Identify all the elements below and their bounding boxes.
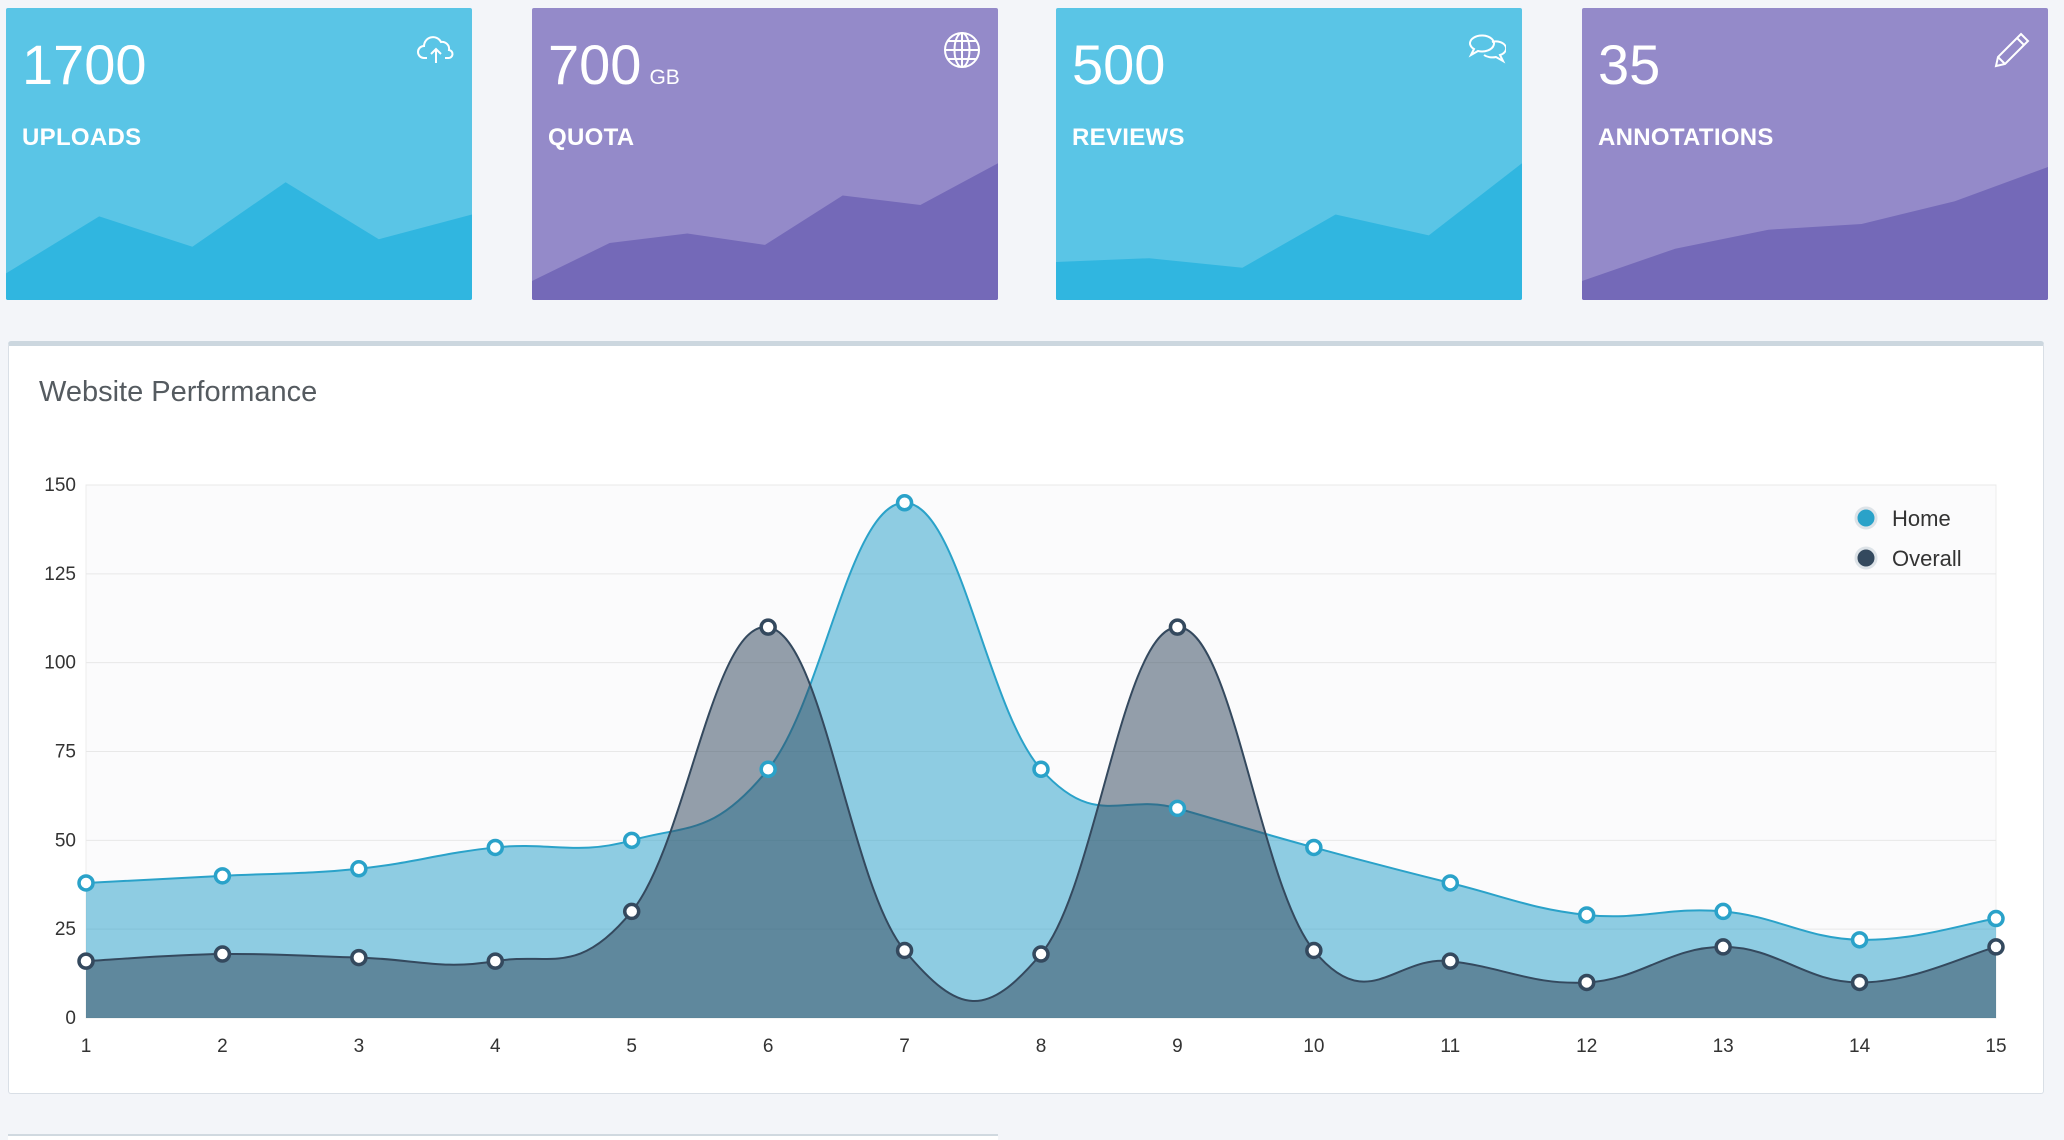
- y-tick-label: 100: [44, 653, 76, 674]
- data-point: [77, 874, 95, 892]
- data-point: [213, 867, 232, 885]
- sparkline: [1582, 167, 2048, 300]
- sparkline-area: [1582, 167, 2048, 300]
- data-point: [350, 860, 368, 878]
- data-point: [1714, 938, 1732, 956]
- data-point: [1577, 973, 1596, 992]
- legend-marker: [1854, 506, 1878, 530]
- data-point: [350, 948, 368, 967]
- x-tick-label: 4: [490, 1036, 501, 1057]
- data-point: [1305, 941, 1323, 960]
- x-tick-label: 14: [1849, 1036, 1871, 1057]
- sparkline: [6, 182, 472, 300]
- legend-label: Overall: [1892, 546, 1962, 571]
- x-tick-label: 5: [626, 1036, 637, 1057]
- data-point: [486, 838, 505, 857]
- y-tick-label: 125: [44, 564, 76, 585]
- cloud-upload-icon: [417, 36, 454, 63]
- data-point: [1441, 952, 1460, 970]
- data-point: [622, 902, 641, 921]
- stat-value: 1700: [22, 33, 147, 96]
- stat-value: 700 GB: [548, 33, 680, 96]
- x-tick-label: 10: [1303, 1036, 1324, 1057]
- x-tick-label: 6: [763, 1036, 774, 1057]
- data-point: [759, 760, 777, 779]
- data-point: [77, 952, 95, 970]
- data-point: [1305, 838, 1323, 857]
- stat-label: UPLOADS: [22, 124, 142, 151]
- x-tick-label: 9: [1172, 1036, 1183, 1057]
- y-tick-label: 25: [55, 919, 76, 940]
- sparkline: [532, 163, 998, 300]
- x-tick-label: 2: [217, 1036, 228, 1057]
- data-point: [1987, 938, 2005, 956]
- stat-card-quota[interactable]: 700 GB QUOTA: [532, 8, 998, 300]
- performance-chart: 02550751001251501 2 3 4 5 6 7 8 9 10 11 12 13 14 15Hom…: [44, 475, 2006, 1057]
- legend-marker: [1854, 546, 1878, 570]
- comments-icon: [1468, 34, 1506, 64]
- stat-card-reviews[interactable]: 500 REVIEWS: [1056, 8, 1522, 300]
- data-point: [1168, 799, 1187, 818]
- pencil-icon: [1994, 32, 2030, 68]
- x-tick-label: 1: [81, 1036, 92, 1057]
- data-point: [1032, 945, 1050, 963]
- data-point: [1032, 760, 1050, 779]
- data-point: [1441, 874, 1460, 892]
- y-tick-label: 150: [44, 475, 76, 496]
- sparkline-area: [1056, 163, 1522, 300]
- data-point: [759, 618, 777, 636]
- next-panel-edge: [8, 1134, 998, 1140]
- sparkline-area: [6, 182, 472, 300]
- stat-value: 500: [1072, 33, 1166, 96]
- data-point: [1714, 902, 1732, 921]
- x-tick-label: 8: [1036, 1036, 1047, 1057]
- x-tick-label: 11: [1440, 1036, 1460, 1057]
- data-point: [1577, 906, 1596, 924]
- data-point: [1987, 909, 2005, 928]
- data-point: [1850, 931, 1869, 949]
- data-point: [1168, 618, 1187, 636]
- stat-card-annotations[interactable]: 35 ANNOTATIONS: [1582, 8, 2048, 300]
- data-point: [895, 494, 914, 512]
- x-tick-label: 12: [1576, 1036, 1597, 1057]
- data-point: [486, 952, 505, 970]
- website-performance-panel: Website Performance 0 25 50 75 100 125 150 1 2 3 4…: [8, 341, 2044, 1094]
- x-tick-label: 3: [354, 1036, 365, 1057]
- data-point: [622, 831, 641, 850]
- x-tick-label: 7: [899, 1036, 910, 1057]
- y-tick-label: 75: [55, 742, 76, 763]
- stat-label: REVIEWS: [1072, 124, 1185, 151]
- y-tick-label: 50: [55, 830, 76, 851]
- sparkline-area: [532, 163, 998, 300]
- data-point: [895, 941, 914, 960]
- stat-value: 35: [1598, 33, 1661, 96]
- data-point: [1850, 973, 1869, 992]
- stat-label: QUOTA: [548, 124, 635, 151]
- y-tick-label: 0: [65, 1008, 76, 1029]
- sparkline: [1056, 163, 1522, 300]
- stat-card-uploads[interactable]: 1700 UPLOADS: [6, 8, 472, 300]
- stat-label: ANNOTATIONS: [1598, 124, 1774, 151]
- globe-icon: [944, 32, 980, 68]
- x-tick-label: 13: [1713, 1036, 1734, 1057]
- x-tick-label: 15: [1985, 1036, 2006, 1057]
- legend-label: Home: [1892, 506, 1951, 531]
- data-point: [213, 945, 232, 963]
